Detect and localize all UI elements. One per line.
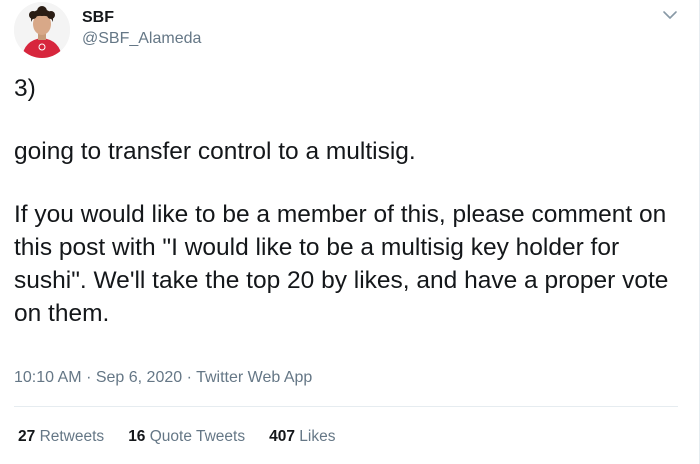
meta-separator: · — [186, 369, 192, 386]
retweets-stat[interactable]: 27 Retweets — [18, 426, 104, 448]
author-names: SBF @SBF_Alameda — [82, 8, 201, 50]
likes-label: Likes — [299, 428, 336, 445]
profile-avatar-icon — [14, 2, 70, 58]
tweet-text: 3) going to transfer control to a multis… — [14, 72, 686, 330]
meta-separator: · — [86, 369, 92, 386]
tweet-source[interactable]: Twitter Web App — [196, 369, 312, 386]
author-handle[interactable]: @SBF_Alameda — [82, 28, 201, 50]
author-display-name[interactable]: SBF — [82, 8, 201, 28]
tweet-header: SBF @SBF_Alameda — [14, 2, 201, 58]
avatar[interactable] — [14, 2, 70, 58]
tweet-card: SBF @SBF_Alameda 3) going to transfer co… — [0, 0, 700, 464]
quote-tweets-label: Quote Tweets — [149, 428, 246, 445]
retweets-label: Retweets — [39, 428, 105, 445]
chevron-down-icon — [663, 11, 677, 19]
retweets-count: 27 — [18, 428, 36, 445]
quote-tweets-count: 16 — [128, 428, 146, 445]
tweet-stats: 27 Retweets 16 Quote Tweets 407 Likes — [18, 426, 359, 448]
tweet-meta: 10:10 AM · Sep 6, 2020 · Twitter Web App — [14, 367, 312, 389]
tweet-paragraph: going to transfer control to a multisig. — [14, 138, 416, 165]
divider — [14, 406, 678, 407]
tweet-time[interactable]: 10:10 AM — [14, 369, 82, 386]
likes-count: 407 — [269, 428, 295, 445]
tweet-date[interactable]: Sep 6, 2020 — [96, 369, 182, 386]
tweet-paragraph: 3) — [14, 75, 36, 102]
tweet-paragraph: If you would like to be a member of this… — [14, 201, 669, 327]
more-options-button[interactable] — [659, 6, 681, 24]
likes-stat[interactable]: 407 Likes — [269, 426, 335, 448]
quote-tweets-stat[interactable]: 16 Quote Tweets — [128, 426, 245, 448]
